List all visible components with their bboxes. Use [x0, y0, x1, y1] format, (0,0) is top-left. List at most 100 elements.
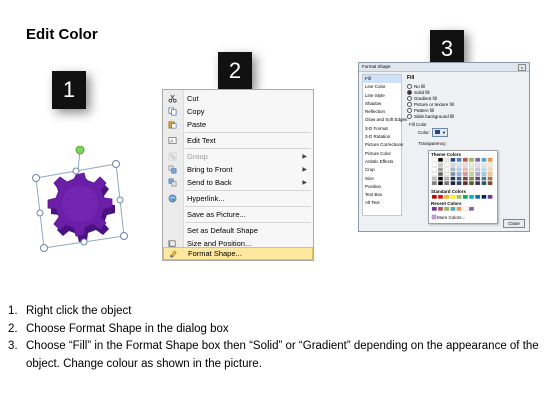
color-swatch[interactable] — [481, 181, 487, 186]
dialog-sidebar-item[interactable]: Text Box — [363, 191, 401, 199]
color-swatch[interactable] — [456, 194, 462, 199]
color-swatch[interactable] — [431, 172, 437, 176]
dialog-sidebar-item[interactable]: Picture Corrections — [363, 141, 403, 149]
dialog-sidebar-item[interactable]: 3-D Rotation — [363, 133, 401, 141]
menu-item-paste[interactable]: Paste — [163, 118, 313, 131]
color-swatch[interactable] — [462, 157, 468, 162]
color-swatch[interactable] — [450, 167, 456, 172]
menu-item-hyperlink[interactable]: Hyperlink... — [163, 192, 313, 205]
dialog-sidebar-item[interactable]: Size — [363, 175, 401, 183]
dialog-sidebar-item[interactable]: Reflection — [363, 108, 401, 116]
color-swatch[interactable] — [462, 176, 468, 181]
color-swatch[interactable] — [487, 167, 493, 172]
color-swatch[interactable] — [456, 206, 462, 211]
color-swatch[interactable] — [475, 172, 481, 176]
color-swatch[interactable] — [462, 194, 468, 199]
color-swatch[interactable] — [431, 162, 437, 167]
dialog-sidebar-item[interactable]: Picture Color — [363, 150, 401, 158]
color-swatch[interactable] — [481, 167, 487, 172]
color-swatch[interactable] — [475, 157, 481, 162]
menu-item-set-default-shape[interactable]: Set as Default Shape — [163, 224, 313, 237]
color-swatch[interactable] — [438, 181, 443, 186]
color-swatch[interactable] — [487, 176, 493, 181]
menu-item-save-as-picture[interactable]: Save as Picture... — [163, 208, 313, 221]
color-swatch[interactable] — [450, 194, 456, 199]
color-swatch[interactable] — [469, 194, 474, 199]
color-swatch[interactable] — [487, 162, 493, 167]
picture-fill-radio[interactable]: Picture or texture fill — [407, 102, 454, 107]
pattern-fill-radio[interactable]: Pattern fill — [407, 108, 434, 113]
color-swatch[interactable] — [431, 194, 437, 199]
color-swatch[interactable] — [481, 176, 487, 181]
dialog-sidebar-item[interactable]: 3-D Format — [363, 125, 401, 133]
color-swatch[interactable] — [481, 157, 487, 162]
color-swatch[interactable] — [469, 176, 474, 181]
color-swatch[interactable] — [444, 194, 450, 199]
color-swatch[interactable] — [438, 157, 443, 162]
gradient-fill-radio[interactable]: Gradient fill — [407, 96, 437, 101]
rotate-handle[interactable] — [75, 145, 85, 155]
color-swatch[interactable] — [431, 206, 437, 211]
color-swatch[interactable] — [444, 172, 450, 176]
color-swatch[interactable] — [462, 181, 468, 186]
color-swatch[interactable] — [475, 162, 481, 167]
color-swatch[interactable] — [481, 194, 487, 199]
no-fill-radio[interactable]: No fill — [407, 84, 425, 89]
dialog-sidebar-item[interactable]: Position — [363, 183, 401, 191]
color-swatch[interactable] — [475, 194, 481, 199]
color-swatch[interactable] — [431, 181, 437, 186]
color-swatch[interactable] — [487, 194, 493, 199]
color-swatch[interactable] — [456, 172, 462, 176]
menu-item-edit-text[interactable]: A Edit Text — [163, 134, 313, 147]
color-swatch[interactable] — [469, 162, 474, 167]
color-swatch[interactable] — [456, 176, 462, 181]
resize-handle[interactable] — [72, 167, 80, 175]
color-swatch[interactable] — [438, 176, 443, 181]
color-swatch[interactable] — [431, 167, 437, 172]
color-swatch[interactable] — [469, 157, 474, 162]
dialog-sidebar-item[interactable]: Shadow — [363, 100, 401, 108]
color-swatch[interactable] — [431, 176, 437, 181]
resize-handle[interactable] — [32, 174, 40, 182]
color-swatch[interactable] — [456, 181, 462, 186]
color-swatch[interactable] — [475, 167, 481, 172]
color-swatch[interactable] — [444, 162, 450, 167]
color-swatch[interactable] — [456, 157, 462, 162]
dialog-sidebar-item[interactable]: Alt Text — [363, 199, 401, 207]
color-swatch[interactable] — [450, 181, 456, 186]
color-swatch[interactable] — [438, 206, 443, 211]
color-swatch[interactable] — [487, 181, 493, 186]
dialog-close-button[interactable]: Close — [503, 219, 525, 228]
color-swatch[interactable] — [481, 162, 487, 167]
color-swatch[interactable] — [450, 206, 456, 211]
dialog-sidebar-item[interactable]: Line Color — [363, 83, 401, 91]
color-swatch[interactable] — [444, 167, 450, 172]
color-swatch[interactable] — [469, 167, 474, 172]
color-swatch[interactable] — [469, 206, 474, 211]
color-picker-button[interactable]: ▼ — [432, 128, 448, 137]
solid-fill-radio[interactable]: Solid fill — [407, 90, 430, 95]
resize-handle[interactable] — [80, 238, 88, 246]
close-icon[interactable]: x — [518, 64, 526, 71]
color-swatch[interactable] — [475, 181, 481, 186]
resize-handle[interactable] — [116, 196, 124, 204]
slide-background-fill-radio[interactable]: Slide background fill — [407, 114, 454, 119]
color-swatch[interactable] — [469, 181, 474, 186]
dialog-sidebar-item[interactable]: Crop — [363, 166, 401, 174]
more-colors-link[interactable]: More Colors... — [437, 215, 465, 220]
color-swatch[interactable] — [487, 157, 493, 162]
color-grid[interactable] — [429, 151, 497, 223]
color-swatch[interactable] — [444, 176, 450, 181]
color-swatch[interactable] — [438, 167, 443, 172]
color-swatch[interactable] — [481, 172, 487, 176]
color-swatch[interactable] — [450, 157, 456, 162]
dialog-sidebar-item[interactable]: Line Style — [363, 92, 401, 100]
resize-handle[interactable] — [120, 232, 128, 240]
color-swatch[interactable] — [462, 167, 468, 172]
resize-handle[interactable] — [40, 244, 48, 252]
color-swatch[interactable] — [444, 206, 450, 211]
resize-handle[interactable] — [112, 160, 120, 168]
color-swatch[interactable] — [431, 157, 437, 162]
dialog-sidebar-item[interactable]: Artistic Effects — [363, 158, 401, 166]
color-swatch[interactable] — [438, 194, 443, 199]
